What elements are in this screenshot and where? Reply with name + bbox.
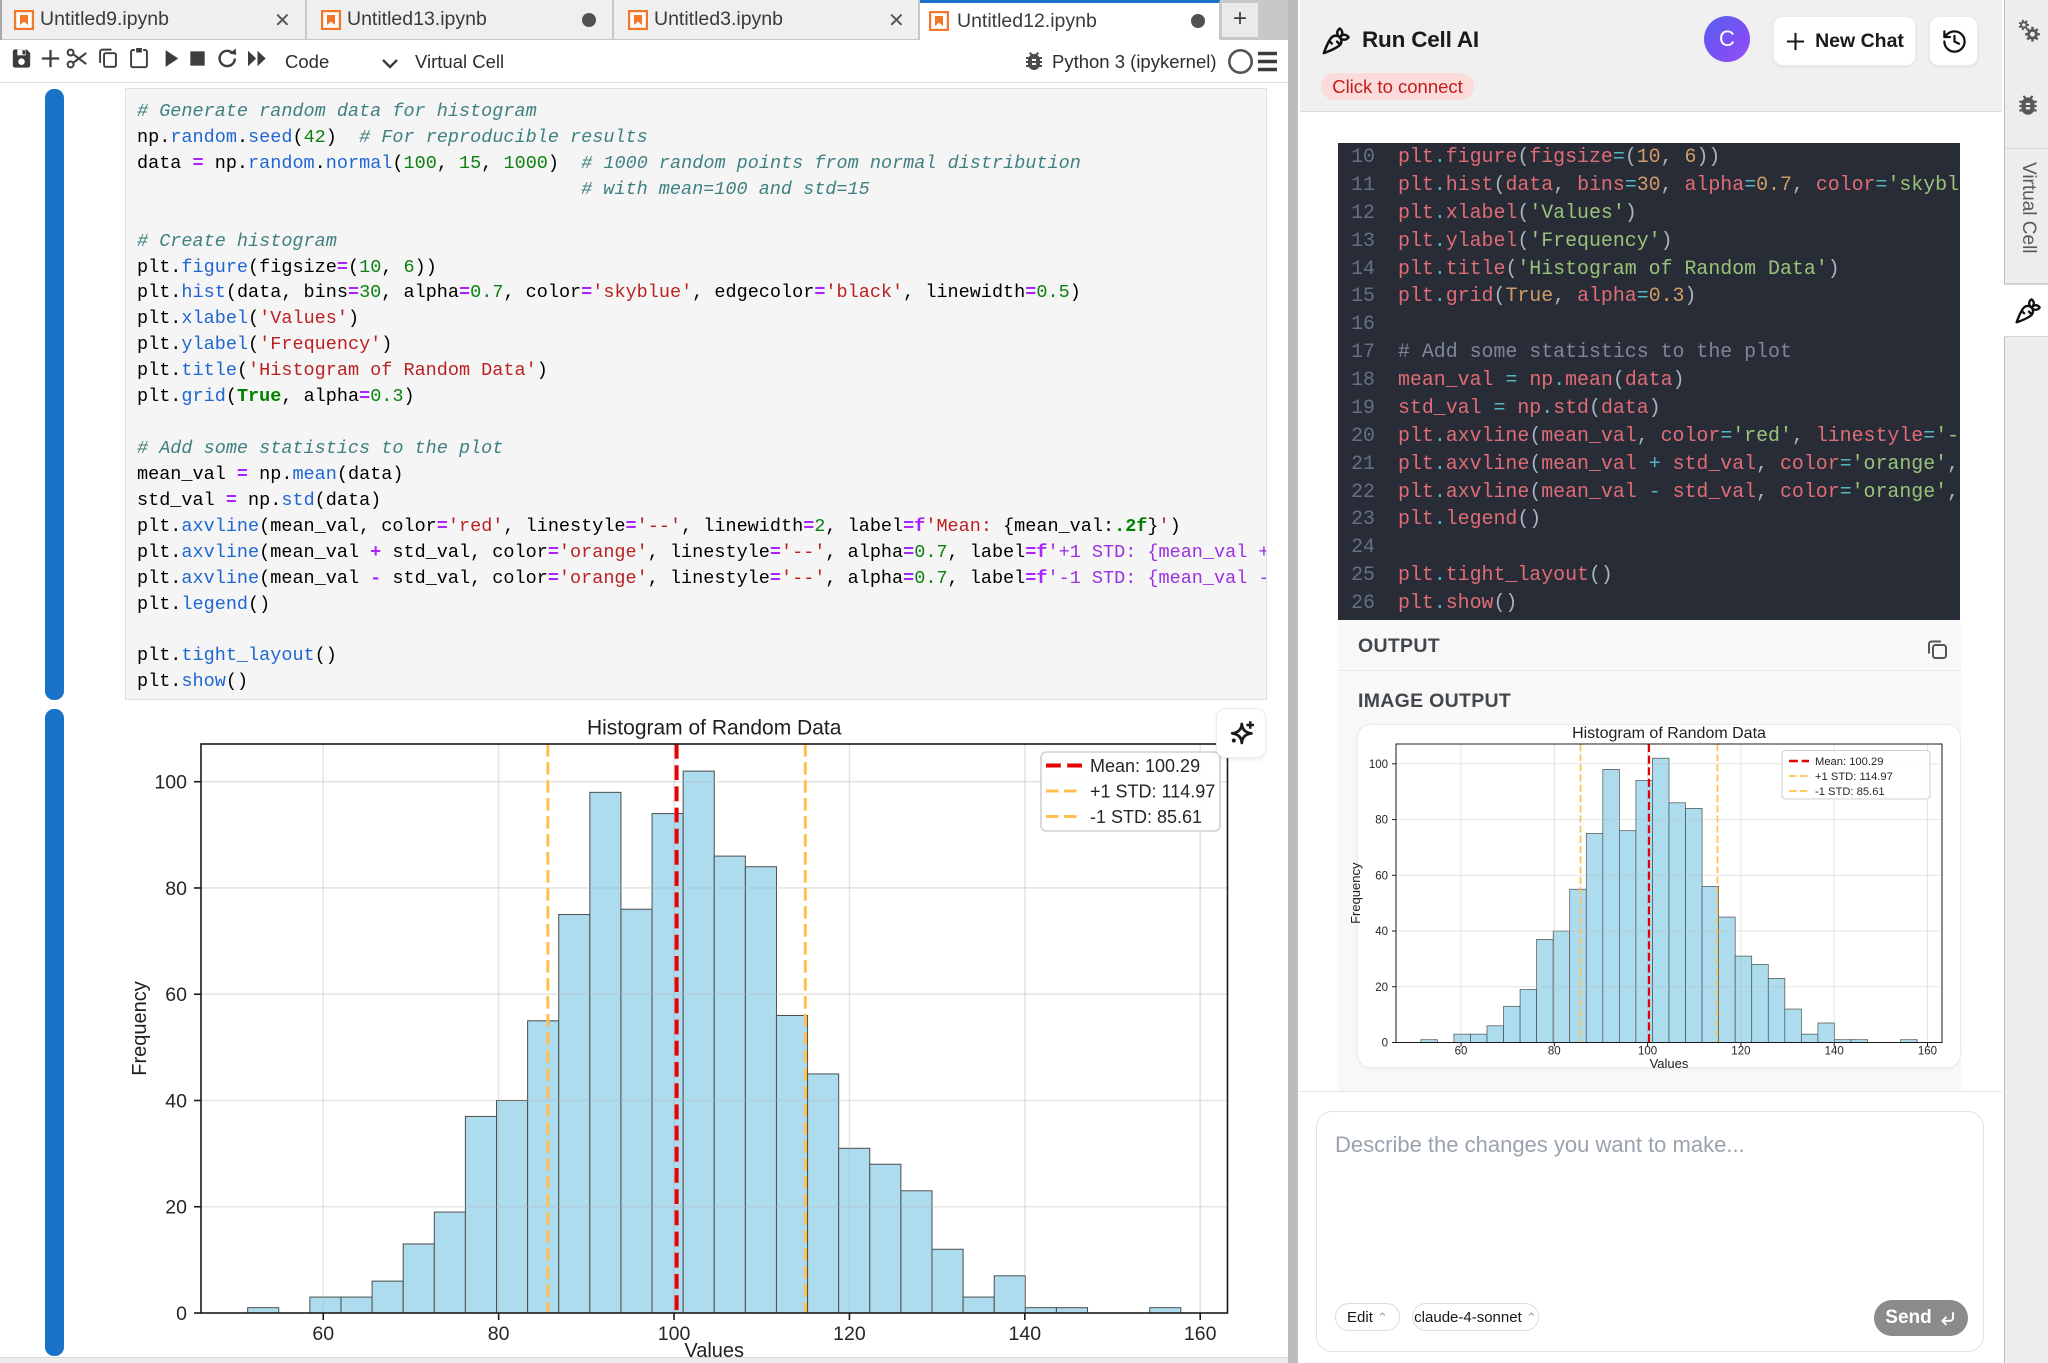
svg-text:60: 60 (165, 984, 187, 1006)
svg-text:100: 100 (154, 772, 187, 794)
svg-text:80: 80 (488, 1323, 510, 1345)
svg-text:160: 160 (1184, 1323, 1217, 1345)
svg-text:80: 80 (165, 878, 187, 900)
svg-text:40: 40 (165, 1090, 187, 1112)
svg-text:20: 20 (165, 1197, 187, 1219)
svg-text:60: 60 (312, 1323, 334, 1345)
svg-text:120: 120 (833, 1323, 866, 1345)
svg-text:0: 0 (176, 1303, 187, 1325)
svg-text:Histogram of Random Data: Histogram of Random Data (587, 717, 842, 740)
svg-text:Frequency: Frequency (129, 981, 151, 1076)
svg-text:140: 140 (1009, 1323, 1042, 1345)
svg-text:-1 STD: 85.61: -1 STD: 85.61 (1090, 807, 1202, 827)
svg-text:Mean: 100.29: Mean: 100.29 (1090, 756, 1200, 776)
svg-text:+1 STD: 114.97: +1 STD: 114.97 (1090, 781, 1215, 801)
